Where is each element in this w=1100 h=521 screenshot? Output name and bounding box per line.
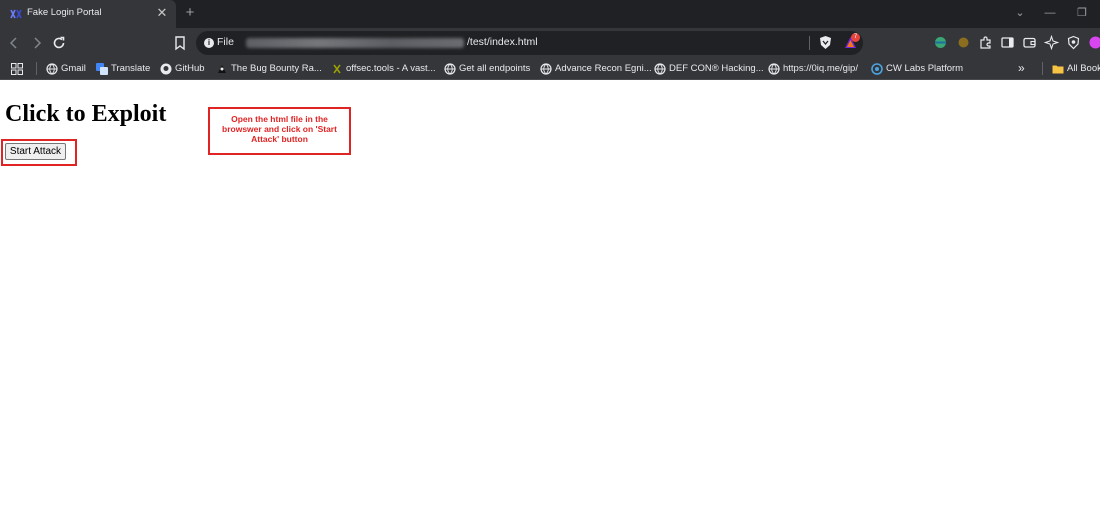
info-icon: i [204,38,214,48]
bookmarks-overflow-icon[interactable]: » [1018,61,1025,75]
bookmark-label: The Bug Bounty Ra... [231,63,322,74]
wallet-icon[interactable] [1022,35,1037,50]
tab-title: Fake Login Portal [27,7,102,18]
leo-ai-icon[interactable] [1044,35,1059,50]
bookmark-label: CW Labs Platform [886,63,964,74]
vpn-shield-icon[interactable] [1066,35,1081,50]
bookmark-label: GitHub [175,63,205,74]
site-info-button[interactable]: i File [202,36,234,50]
address-bar[interactable]: i File /test/index.html 7 [196,31,863,55]
globe-icon [654,63,666,75]
apps-grid-icon[interactable] [11,63,23,75]
omnibox-divider [809,36,810,50]
bookmark-icon[interactable] [172,35,188,51]
profile-avatar-icon[interactable] [1088,35,1100,50]
extensions-puzzle-icon[interactable] [978,35,993,50]
globe-icon [46,63,58,75]
github-icon [160,63,172,75]
restore-icon[interactable]: ❐ [1074,5,1090,21]
url-path: /test/index.html [467,36,538,48]
browser-toolbar: i File /test/index.html 7 [0,28,1100,58]
extension-globe-icon[interactable] [933,35,948,50]
globe-icon [768,63,780,75]
bookmarks-divider [1042,62,1043,75]
globe-icon [444,63,456,75]
bookmark-label: Translate [111,63,151,74]
bookmarks-divider [36,62,37,75]
bug-bounty-icon [218,65,226,73]
tab-close-icon[interactable]: ✕ [155,6,169,20]
tab-fake-login-portal[interactable]: Fake Login Portal ✕ [0,0,176,28]
tab-search-dropdown-icon[interactable]: ⌄ [1012,5,1028,21]
globe-icon [540,63,552,75]
bookmark-label: https://0iq.me/gip/ [783,63,858,74]
bookmark-label: Advance Recon Egni... [555,63,652,74]
bookmarks-bar: Gmail Translate GitHub The Bug Bounty Ra… [0,58,1100,80]
translate-icon [96,63,108,75]
scheme-label: File [217,36,234,48]
site-favicon-icon [10,9,22,19]
blurred-url-prefix [246,38,464,48]
bookmark-label: Get all endpoints [459,63,531,74]
brave-shields-icon[interactable] [818,35,833,50]
forward-icon[interactable] [29,35,45,51]
rewards-badge: 7 [851,33,860,42]
page-content: Click to Exploit Start Attack Open the h… [0,81,1100,521]
back-icon[interactable] [6,35,22,51]
extension-cookie-icon[interactable] [956,35,971,50]
tab-strip: Fake Login Portal ✕ + ⌄ — ❐ [0,0,1100,28]
cw-labs-icon [871,63,883,75]
folder-icon [1052,65,1064,74]
bookmark-label: DEF CON® Hacking... [669,63,764,74]
minimize-icon[interactable]: — [1042,5,1058,21]
bookmark-label: All Book [1067,63,1100,74]
start-attack-button[interactable]: Start Attack [5,143,66,160]
new-tab-icon[interactable]: + [182,5,198,21]
bookmark-label: Gmail [61,63,86,74]
offsec-icon [333,64,341,74]
page-title: Click to Exploit [5,101,167,127]
bookmark-label: offsec.tools - A vast... [346,63,436,74]
reload-icon[interactable] [51,35,67,51]
instruction-callout: Open the html file in the browswer and c… [208,107,351,155]
sidebar-icon[interactable] [1000,35,1015,50]
